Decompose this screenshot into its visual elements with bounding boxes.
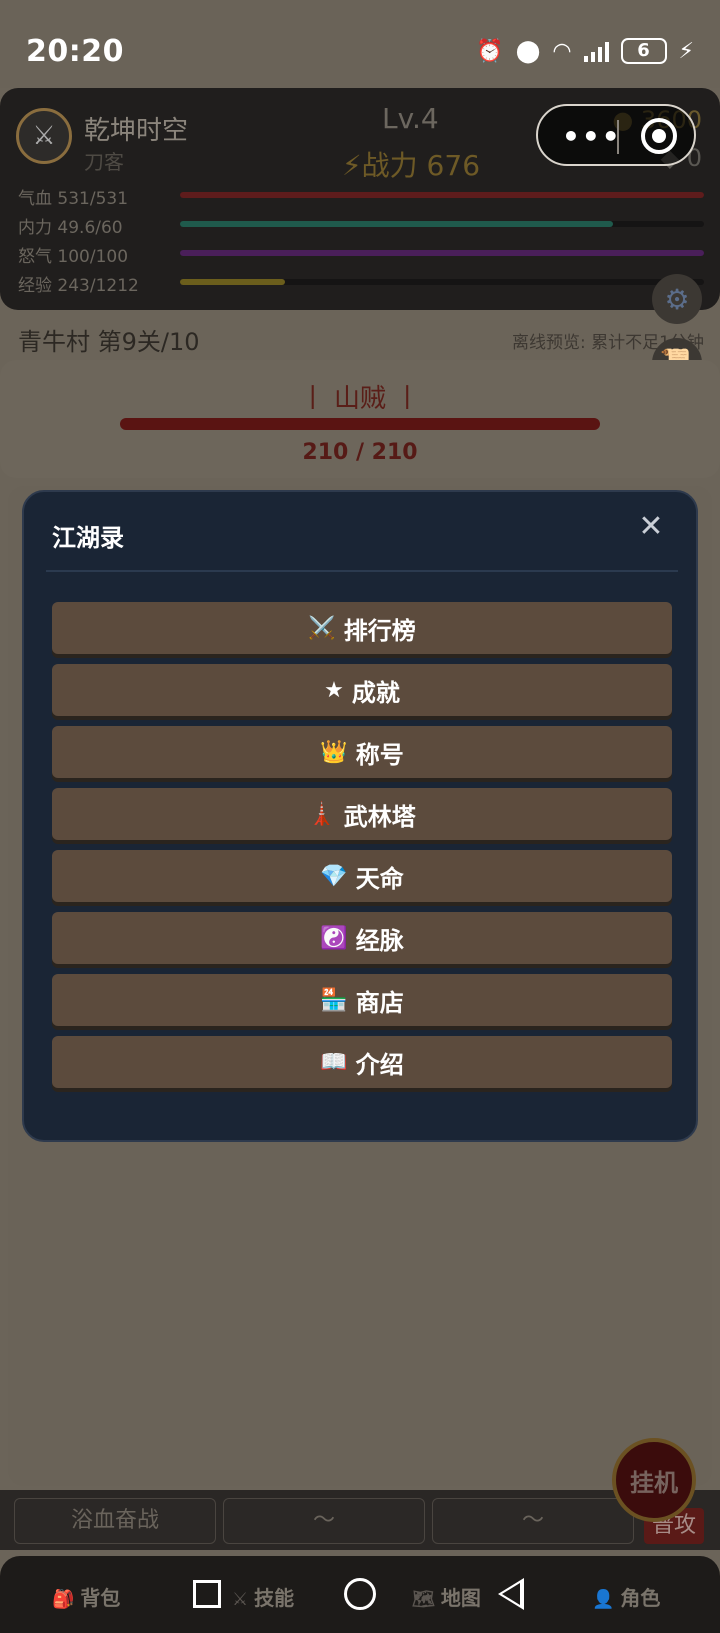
- charging-icon: ⚡: [678, 38, 694, 64]
- stat-exp: 经验 243/1212: [18, 271, 704, 296]
- destiny-button[interactable]: 💎 天命: [52, 850, 672, 902]
- yin-yang-icon: ☯️: [320, 925, 348, 951]
- stat-rage: 怒气 100/100: [18, 242, 704, 267]
- recent-apps-icon[interactable]: [193, 1580, 221, 1608]
- stat-exp-fill: [180, 279, 286, 285]
- location-icon: ⬤: [515, 38, 541, 64]
- offline-preview: 离线预览: 累计不足1分钟: [512, 333, 704, 353]
- nav-role-label: 角色: [620, 1586, 661, 1610]
- achievement-label: 成就: [351, 678, 400, 707]
- meridian-button[interactable]: ☯️ 经脉: [52, 912, 672, 964]
- stat-rage-fill: [180, 250, 704, 256]
- tower-button[interactable]: 🗼 武林塔: [52, 788, 672, 840]
- title-button[interactable]: 👑 称号: [52, 726, 672, 778]
- status-time: 20:20: [26, 34, 124, 69]
- stage-row: 青牛村 第9关/10 离线预览: 累计不足1分钟: [0, 310, 720, 360]
- alarm-icon: ⏰: [476, 38, 504, 64]
- wifi-icon: ◠: [552, 38, 572, 64]
- achievement-button[interactable]: ★ 成就: [52, 664, 672, 716]
- player-name: 乾坤时空: [84, 116, 189, 146]
- stat-rage-label: 怒气 100/100: [18, 247, 129, 267]
- stage-label: 青牛村 第9关/10: [18, 328, 200, 356]
- nav-bag-label: 背包: [80, 1586, 121, 1610]
- diamond-icon: 💎: [320, 863, 348, 889]
- enemy-name: 丨 山贼 丨: [299, 384, 421, 414]
- status-bar: 20:20 ⏰ ⬤ ◠ 6 ⚡: [0, 0, 720, 88]
- close-miniprogram-icon[interactable]: [641, 118, 677, 154]
- meridian-label: 经脉: [355, 926, 404, 955]
- stat-mp-fill: [180, 221, 614, 227]
- swords-icon: ⚔️: [308, 615, 336, 641]
- battery-icon: 6: [620, 38, 667, 64]
- intro-button[interactable]: 📖 介绍: [52, 1036, 672, 1088]
- nav-map-label: 地图: [440, 1586, 481, 1610]
- more-menu-icon[interactable]: •••: [562, 120, 622, 153]
- nav-role[interactable]: 👤 角色: [592, 1582, 660, 1611]
- tower-icon: 🗼: [308, 801, 336, 827]
- star-icon: ★: [324, 677, 344, 703]
- modal-title: 江湖录: [52, 524, 124, 552]
- enemy-hp-text: 210 / 210: [302, 440, 418, 465]
- stat-hp-fill: [180, 192, 704, 198]
- enemy-hp-bar: [120, 418, 600, 430]
- player-class: 刀客: [84, 150, 124, 174]
- crown-icon: 👑: [320, 739, 348, 765]
- skill-slot-1[interactable]: 浴血奋战: [14, 1498, 216, 1544]
- skill-slot-3[interactable]: ～: [432, 1498, 634, 1544]
- stat-hp: 气血 531/531: [18, 184, 704, 209]
- avatar[interactable]: ⚔: [16, 108, 72, 164]
- stat-mp-track: [180, 221, 704, 227]
- tower-label: 武林塔: [343, 802, 416, 831]
- crossed-swords-icon: ⚔: [232, 1589, 249, 1610]
- back-icon[interactable]: [498, 1578, 524, 1610]
- person-icon: 👤: [592, 1589, 615, 1610]
- nav-skills[interactable]: ⚔ 技能: [232, 1582, 294, 1611]
- title-label: 称号: [355, 740, 404, 769]
- book-icon: 📖: [320, 1049, 348, 1075]
- stat-exp-track: [180, 279, 704, 285]
- ranking-button[interactable]: ⚔️ 排行榜: [52, 602, 672, 654]
- skill-slot-2[interactable]: ～: [223, 1498, 425, 1544]
- signal-icon: [583, 40, 609, 62]
- stat-rage-track: [180, 250, 704, 256]
- nav-map[interactable]: 🗺 地图: [412, 1582, 481, 1611]
- home-icon[interactable]: [344, 1578, 376, 1610]
- stat-hp-label: 气血 531/531: [18, 189, 129, 209]
- store-icon: 🏪: [320, 987, 348, 1013]
- warrior-icon: ⚔: [32, 121, 56, 151]
- player-power: ⚡战力 676: [342, 149, 481, 182]
- player-level: Lv.4: [382, 102, 439, 135]
- nav-skills-label: 技能: [254, 1586, 295, 1610]
- stat-mp: 内力 49.6/60: [18, 213, 704, 238]
- shop-button[interactable]: 🏪 商店: [52, 974, 672, 1026]
- intro-label: 介绍: [355, 1050, 404, 1079]
- stat-exp-label: 经验 243/1212: [18, 276, 139, 296]
- bag-icon: 🎒: [52, 1589, 75, 1610]
- ranking-label: 排行榜: [343, 616, 416, 645]
- close-icon[interactable]: ✕: [634, 510, 668, 544]
- stat-hp-track: [180, 192, 704, 198]
- destiny-label: 天命: [355, 864, 404, 893]
- shop-label: 商店: [355, 988, 404, 1017]
- status-icons: ⏰ ⬤ ◠ 6 ⚡: [476, 38, 694, 64]
- modal-divider: [46, 570, 678, 572]
- jianghu-modal: 江湖录 ✕ ⚔️ 排行榜 ★ 成就 👑 称号 🗼 武林塔 💎 天命 ☯️ 经脉 …: [22, 490, 698, 1142]
- stat-mp-label: 内力 49.6/60: [18, 218, 123, 238]
- skill-action-row: 浴血奋战 ～ ～: [0, 1490, 720, 1550]
- enemy-panel: 丨 山贼 丨 210 / 210: [0, 360, 720, 478]
- miniprogram-capsule: •••: [536, 104, 696, 166]
- nav-bag[interactable]: 🎒 背包: [52, 1582, 120, 1611]
- auto-battle-button[interactable]: 挂机: [612, 1438, 696, 1522]
- map-icon: 🗺: [412, 1589, 435, 1610]
- capsule-divider: [617, 120, 619, 154]
